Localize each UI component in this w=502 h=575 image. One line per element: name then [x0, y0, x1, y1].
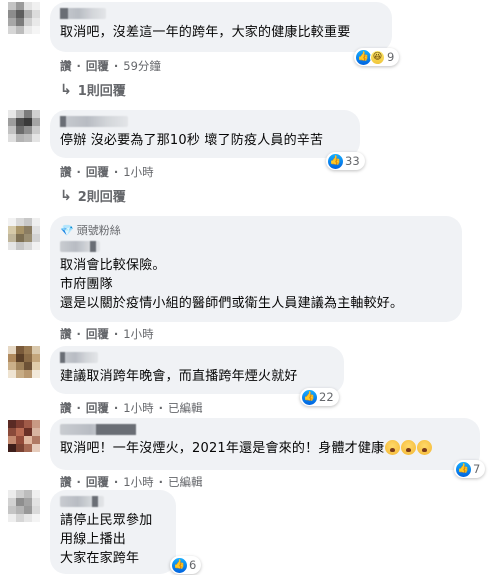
comment-text: 還是以關於疫情小組的醫師們或衛生人員建議為主軸較好。: [60, 296, 404, 311]
reply-button[interactable]: 回覆: [86, 326, 109, 342]
author-name[interactable]: [60, 496, 104, 507]
timestamp[interactable]: 1小時: [123, 326, 153, 342]
edited-label[interactable]: 已編輯: [168, 400, 203, 416]
reaction-count: 7: [473, 462, 481, 476]
author-name[interactable]: [60, 352, 98, 363]
haha-icon: 😆: [370, 49, 385, 65]
edited-label[interactable]: 已編輯: [168, 474, 203, 490]
view-replies[interactable]: ↳ 1則回覆: [60, 80, 126, 100]
crying-emoji-icon: [417, 440, 433, 455]
comment-text: 取消會比較保險。: [60, 258, 166, 273]
comment-bubble: 💎 頭號粉絲 取消會比較保險。 市府團隊 還是以關於疫情小組的醫師們或衛生人員建…: [50, 216, 462, 322]
reaction-summary[interactable]: 👍 😆 9: [354, 48, 400, 66]
reaction-summary[interactable]: 👍 7: [454, 460, 486, 478]
comment-actions: 讚 · 回覆 · 1小時: [60, 326, 154, 342]
reaction-count: 9: [387, 50, 395, 64]
top-fan-badge: 💎 頭號粉絲: [60, 223, 121, 238]
reaction-summary[interactable]: 👍 33: [326, 152, 365, 170]
comment-text: 大家在家跨年: [60, 551, 140, 566]
comment-bubble: 建議取消跨年晚會，而直播跨年煙火就好: [50, 346, 344, 394]
view-replies[interactable]: ↳ 2則回覆: [60, 186, 126, 206]
reaction-summary[interactable]: 👍 6: [170, 556, 202, 574]
like-button[interactable]: 讚: [60, 400, 72, 416]
like-icon: 👍: [356, 49, 371, 65]
replies-label: 1則回覆: [77, 84, 126, 99]
reaction-count: 22: [319, 390, 334, 404]
timestamp[interactable]: 1小時: [123, 164, 153, 180]
comment-text: 停辦 沒必要為了那10秒 壞了防疫人員的辛苦: [60, 133, 324, 148]
reply-arrow-icon: ↳: [60, 81, 72, 98]
timestamp[interactable]: 1小時: [123, 400, 153, 416]
comment-text: 用線上播出: [60, 532, 127, 547]
comment-text: 建議取消跨年晚會，而直播跨年煙火就好: [60, 369, 298, 384]
comment-actions: 讚 · 回覆 · 1小時: [60, 164, 154, 180]
reaction-count: 6: [189, 558, 197, 572]
comment-text: 取消吧，沒差這一年的跨年，大家的健康比較重要: [60, 25, 351, 40]
timestamp[interactable]: 59分鐘: [123, 58, 161, 74]
avatar[interactable]: [8, 346, 40, 378]
crying-emoji-icon: [401, 440, 417, 455]
reaction-summary[interactable]: 👍 22: [300, 388, 339, 406]
comment-actions: 讚 · 回覆 · 1小時 · 已編輯: [60, 474, 203, 490]
reply-button[interactable]: 回覆: [86, 474, 109, 490]
comment-bubble: 停辦 沒必要為了那10秒 壞了防疫人員的辛苦: [50, 110, 360, 158]
comment-actions: 讚 · 回覆 · 59分鐘: [60, 58, 161, 74]
reaction-count: 33: [345, 154, 360, 168]
comment-actions: 讚 · 回覆 · 1小時 · 已編輯: [60, 400, 203, 416]
like-button[interactable]: 讚: [60, 326, 72, 342]
like-button[interactable]: 讚: [60, 58, 72, 74]
reply-button[interactable]: 回覆: [86, 164, 109, 180]
crying-emoji-icon: [385, 440, 401, 455]
comment-text: 取消吧！一年沒煙火，2021年還是會來的！身體才健康: [60, 439, 470, 458]
comment-bubble: 取消吧！一年沒煙火，2021年還是會來的！身體才健康: [50, 418, 480, 470]
reply-button[interactable]: 回覆: [86, 400, 109, 416]
avatar[interactable]: [8, 420, 40, 452]
like-button[interactable]: 讚: [60, 164, 72, 180]
avatar[interactable]: [8, 2, 40, 34]
avatar[interactable]: [8, 218, 40, 250]
comment-text: 請停止民眾參加: [60, 513, 153, 528]
like-icon: 👍: [328, 153, 343, 169]
author-name[interactable]: [60, 8, 106, 19]
comment-text: 市府團隊: [60, 277, 113, 292]
replies-label: 2則回覆: [77, 190, 126, 205]
diamond-icon: 💎: [60, 223, 74, 237]
reply-button[interactable]: 回覆: [86, 58, 109, 74]
avatar[interactable]: [8, 490, 40, 522]
comment-bubble: 取消吧，沒差這一年的跨年，大家的健康比較重要: [50, 2, 392, 52]
like-icon: 👍: [172, 557, 187, 573]
like-icon: 👍: [456, 461, 471, 477]
author-name[interactable]: [60, 116, 128, 127]
author-name[interactable]: [60, 424, 136, 435]
reply-arrow-icon: ↳: [60, 187, 72, 204]
like-icon: 👍: [302, 389, 317, 405]
comment-bubble: 請停止民眾參加 用線上播出 大家在家跨年: [50, 490, 176, 574]
avatar[interactable]: [8, 110, 40, 142]
author-name[interactable]: [60, 241, 100, 252]
timestamp[interactable]: 1小時: [123, 474, 153, 490]
like-button[interactable]: 讚: [60, 474, 72, 490]
